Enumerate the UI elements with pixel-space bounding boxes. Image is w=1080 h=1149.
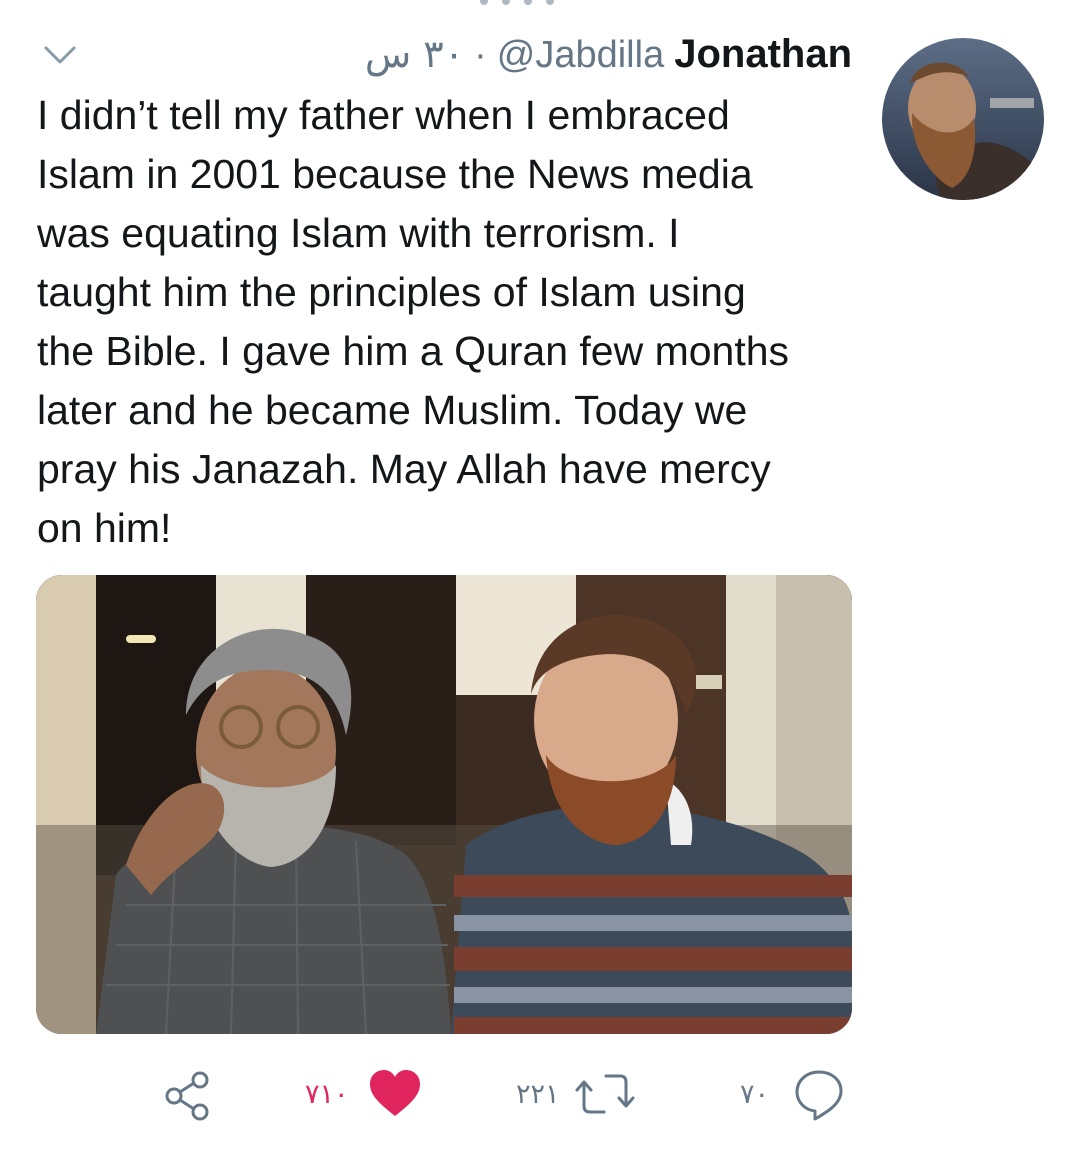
tweet-text-line: taught him the principles of Islam using — [37, 269, 746, 315]
tweet-actions: ۷۱۰ ۲۲۱ ۷۰ — [0, 1064, 1080, 1124]
user-handle[interactable]: @Jabdilla — [497, 34, 664, 77]
share-button[interactable] — [160, 1064, 216, 1124]
tweet-text-line: later and he became Muslim. Today we — [37, 387, 748, 433]
timestamp[interactable]: ۳۰ س — [365, 32, 464, 76]
heart-icon — [369, 1070, 420, 1116]
avatar-image — [882, 38, 1044, 200]
like-button[interactable]: ۷۱۰ — [305, 1064, 423, 1124]
chevron-down-icon[interactable] — [40, 40, 80, 70]
tweet-header: ۳۰ س · @Jabdilla Jonathan — [36, 32, 852, 82]
tweet-photo[interactable] — [36, 575, 852, 1034]
tweet-text-line: I didn’t tell my father when I embraced — [37, 92, 730, 138]
reply-icon — [795, 1070, 843, 1121]
tweet-text-line: pray his Janazah. May Allah have mercy — [37, 446, 771, 492]
tweet-text-line: the Bible. I gave him a Quran few months — [37, 328, 790, 374]
tweet-text-line: Islam in 2001 because the News media — [37, 151, 753, 197]
photo-image — [36, 575, 852, 1034]
retweet-icon — [575, 1074, 635, 1114]
reply-count: ۷۰ — [740, 1078, 770, 1110]
meta-separator: · — [474, 34, 487, 76]
like-count: ۷۱۰ — [305, 1078, 349, 1110]
tweet-text-line: on him! — [37, 505, 172, 551]
share-icon — [165, 1071, 209, 1121]
display-name[interactable]: Jonathan — [674, 32, 852, 77]
previous-tweet-fragment — [480, 0, 600, 6]
retweet-button[interactable]: ۲۲۱ — [516, 1064, 636, 1124]
tweet-text-line: was equating Islam with terrorism. I — [37, 210, 680, 256]
tweet-text: I didn’t tell my father when I embraced … — [37, 86, 867, 558]
avatar[interactable] — [882, 38, 1044, 200]
reply-button[interactable]: ۷۰ — [740, 1064, 847, 1124]
retweet-count: ۲۲۱ — [516, 1078, 560, 1110]
tweet-meta: ۳۰ س · @Jabdilla Jonathan — [365, 32, 852, 77]
